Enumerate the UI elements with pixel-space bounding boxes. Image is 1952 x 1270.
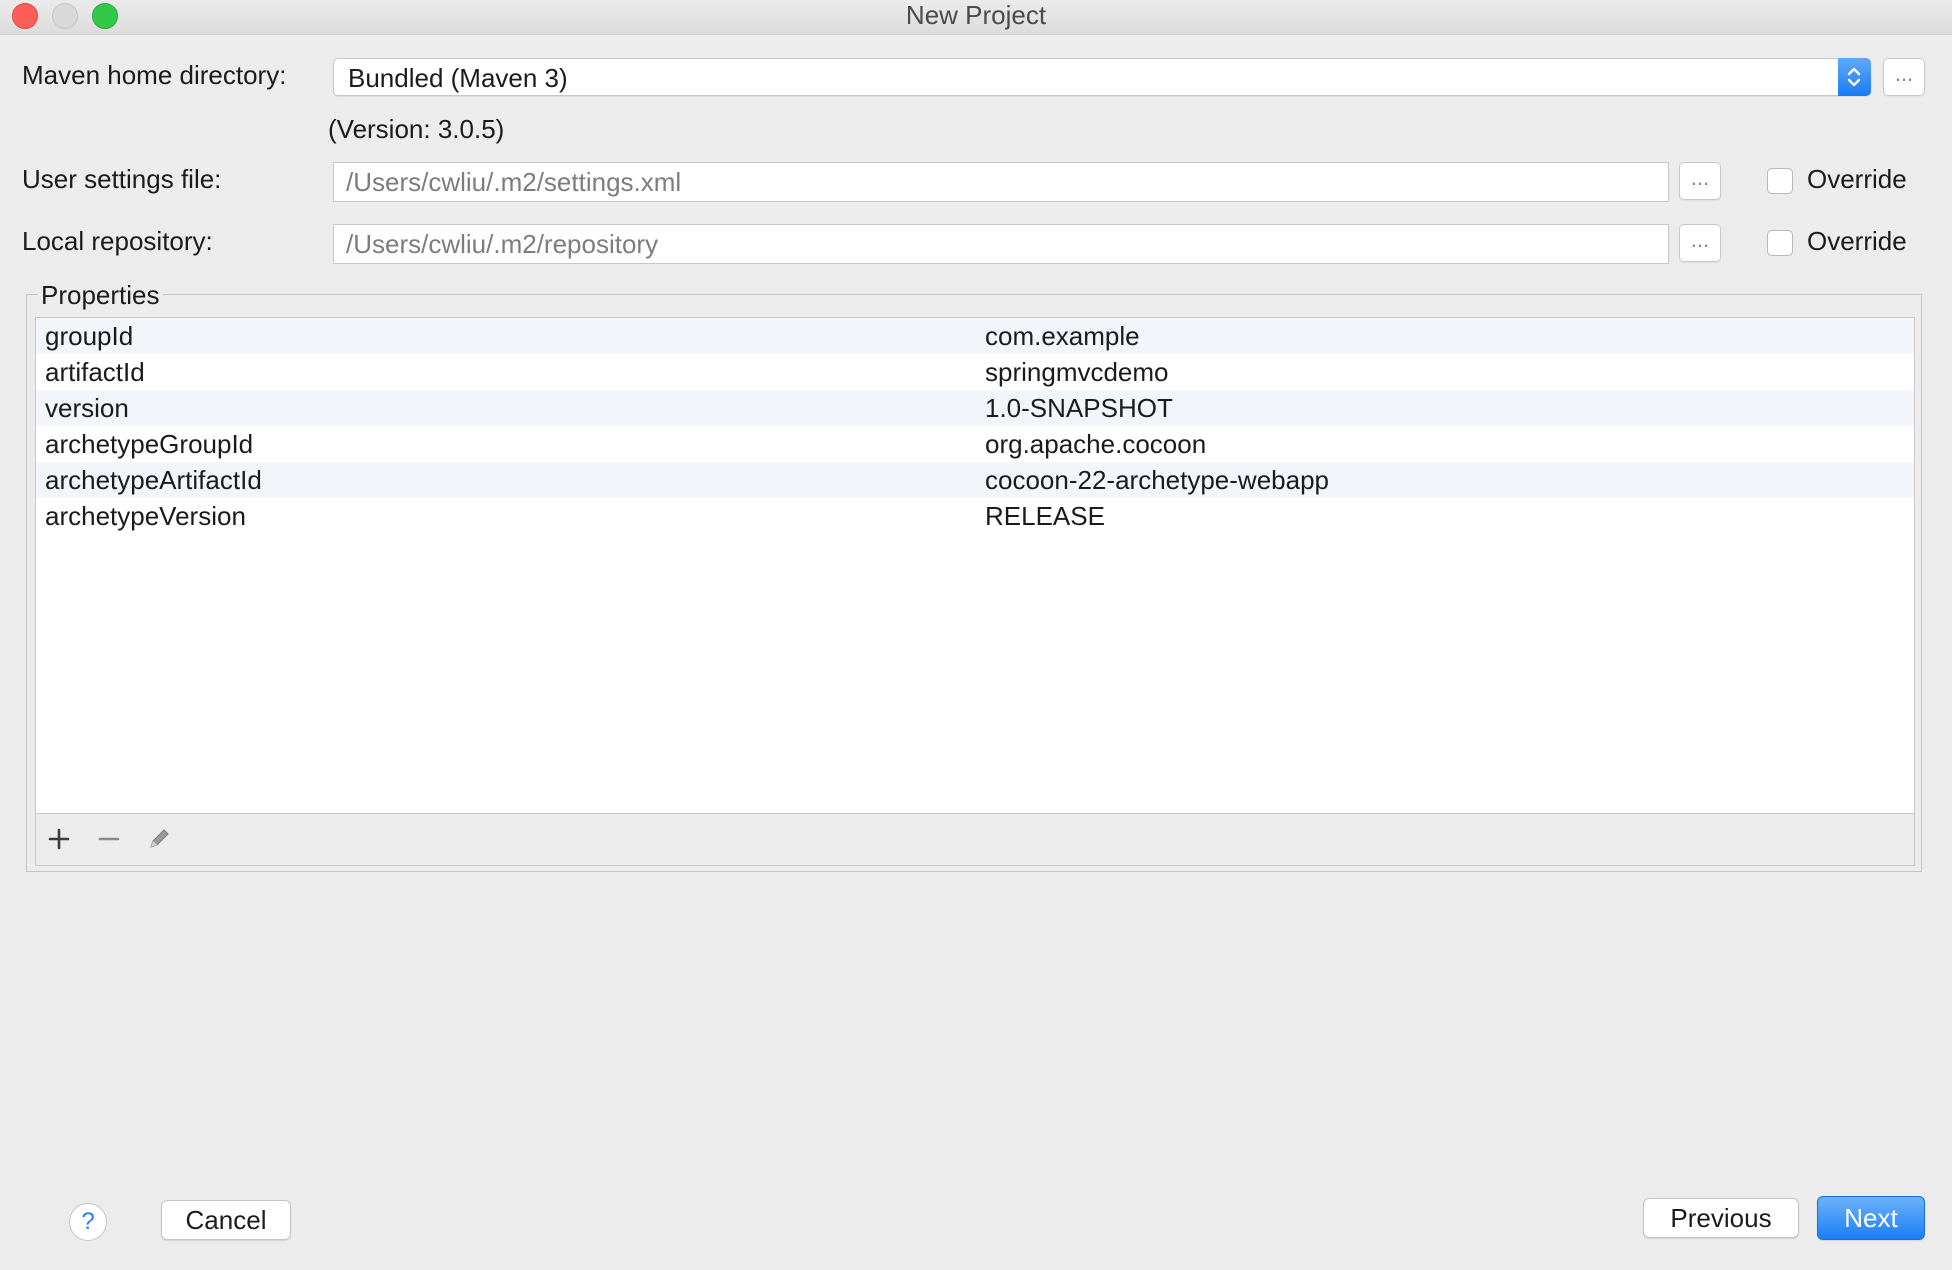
property-key: archetypeVersion [45,501,246,531]
local-repository-override-checkbox[interactable] [1767,230,1793,256]
edit-icon[interactable] [146,826,172,852]
maven-home-label: Maven home directory: [22,60,287,90]
previous-button[interactable]: Previous [1643,1198,1799,1238]
property-value: com.example [985,321,1140,351]
local-repository-label: Local repository: [22,226,213,256]
maven-home-browse-button[interactable]: ... [1883,58,1925,96]
table-row[interactable]: artifactId springmvcdemo [36,354,1914,390]
window-title: New Project [905,0,1047,30]
help-button[interactable]: ? [69,1203,107,1241]
user-settings-override-label[interactable]: Override [1807,164,1907,195]
cancel-button[interactable]: Cancel [161,1200,291,1240]
table-row[interactable]: version 1.0-SNAPSHOT [36,390,1914,426]
property-key: artifactId [45,357,145,387]
user-settings-override-checkbox[interactable] [1767,168,1793,194]
user-settings-label: User settings file: [22,164,222,194]
property-value: RELEASE [985,501,1105,531]
maven-version-text: (Version: 3.0.5) [328,114,505,144]
properties-legend: Properties [38,280,163,311]
table-row[interactable]: archetypeVersion RELEASE [36,498,1914,534]
property-key: version [45,393,129,423]
table-row[interactable]: groupId com.example [36,318,1914,354]
next-button[interactable]: Next [1817,1196,1925,1240]
property-key: archetypeGroupId [45,429,254,459]
maven-home-select[interactable]: Bundled (Maven 3) [333,58,1871,96]
select-arrows-icon[interactable] [1838,58,1871,96]
properties-table: groupId com.example artifactId springmvc… [35,317,1915,814]
title-bar: New Project [0,0,1952,35]
property-value: 1.0-SNAPSHOT [985,393,1173,423]
local-repository-browse-button[interactable]: ... [1679,224,1721,262]
remove-icon[interactable] [96,826,122,852]
maven-home-value: Bundled (Maven 3) [348,63,568,93]
table-row[interactable]: archetypeArtifactId cocoon-22-archetype-… [36,462,1914,498]
property-key: archetypeArtifactId [45,465,262,495]
user-settings-browse-button[interactable]: ... [1679,162,1721,200]
property-key: groupId [45,321,134,351]
property-value: cocoon-22-archetype-webapp [985,465,1329,495]
local-repository-field[interactable]: /Users/cwliu/.m2/repository [333,224,1669,264]
user-settings-field[interactable]: /Users/cwliu/.m2/settings.xml [333,162,1669,202]
property-value: org.apache.cocoon [985,429,1207,459]
table-row[interactable]: archetypeGroupId org.apache.cocoon [36,426,1914,462]
property-value: springmvcdemo [985,357,1169,387]
add-icon[interactable] [46,826,72,852]
local-repository-override-label[interactable]: Override [1807,226,1907,257]
properties-toolbar [35,814,1915,866]
